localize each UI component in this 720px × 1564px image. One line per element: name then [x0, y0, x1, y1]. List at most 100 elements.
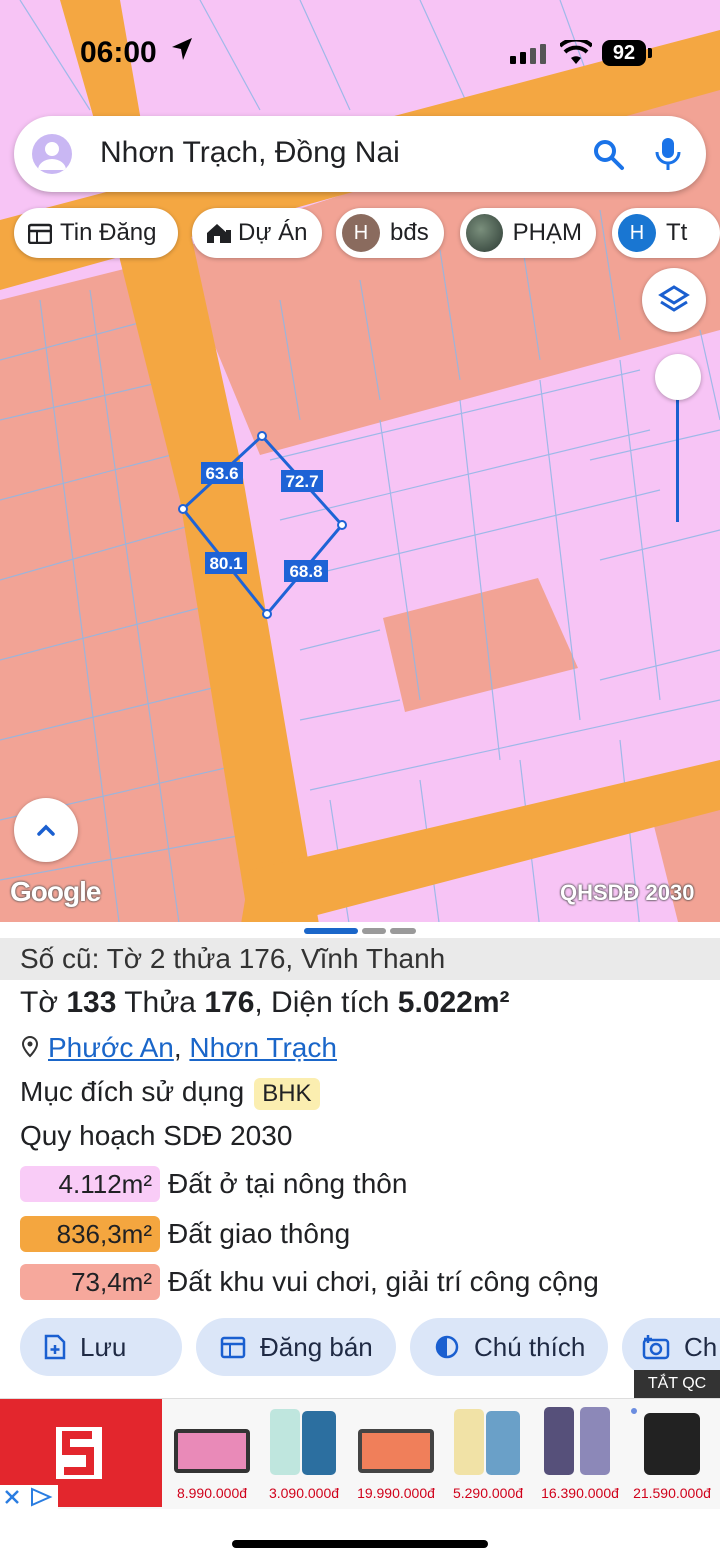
save-label: Lưu [80, 1331, 127, 1362]
filter-chips: Tin Đăng Dự Án H bđs PHẠM H Tt [14, 208, 720, 258]
svg-text:63.6: 63.6 [205, 464, 238, 483]
phone-image [544, 1407, 610, 1475]
house-icon [207, 224, 231, 243]
add-file-icon [44, 1334, 66, 1360]
ward-link[interactable]: Phước An [48, 1032, 174, 1063]
ad-price: 3.090.000đ [268, 1485, 340, 1501]
chip-du-an[interactable]: Dự Án [192, 208, 322, 258]
plan-layer-label: QHSDĐ 2030 [560, 880, 695, 905]
photo-button[interactable]: Ch [622, 1318, 720, 1376]
ad-banner[interactable]: 8.990.000đ 3.090.000đ 19.990.000đ 5.290.… [0, 1398, 720, 1509]
tablet-image [358, 1429, 434, 1473]
legend-label: Chú thích [474, 1331, 586, 1362]
land-use-label: Đất khu vui chơi, giải trí công cộng [168, 1266, 599, 1297]
battery-indicator: 92 [602, 40, 646, 66]
old-parcel-number: Số cũ: Tờ 2 thửa 176, Vĩnh Thanh [0, 938, 720, 980]
land-use-row: 836,3m² Đất giao thông [20, 1216, 350, 1252]
land-use-label: Đất giao thông [168, 1218, 351, 1249]
ad-product[interactable]: 3.090.000đ [258, 1399, 350, 1507]
chip-tt[interactable]: H Tt [612, 208, 720, 258]
legend-button[interactable]: Chú thích [410, 1318, 608, 1376]
save-button[interactable]: Lưu [20, 1318, 182, 1376]
opacity-slider-track[interactable] [676, 398, 679, 522]
opacity-slider-knob[interactable] [655, 354, 701, 400]
plan-title: Quy hoạch SDĐ 2030 [20, 1120, 293, 1151]
chip-label: Tt [666, 219, 688, 246]
chip-tin-dang[interactable]: Tin Đăng [14, 208, 178, 258]
account-avatar[interactable] [32, 134, 72, 174]
action-buttons: Lưu Đăng bán Chú thích Ch [0, 1318, 720, 1378]
sheet-page-indicator [362, 928, 386, 934]
ad-price: 21.590.000đ [633, 1485, 711, 1501]
search-icon[interactable] [592, 138, 626, 172]
parcel-title: Tờ 133 Thửa 176, Diện tích 5.022m² [20, 986, 510, 1020]
layers-icon [658, 285, 690, 312]
foldable-phone-image [631, 1408, 700, 1475]
status-time: 06:00 [80, 36, 157, 69]
chevron-up-icon [37, 824, 55, 836]
phone-image [454, 1409, 520, 1475]
photo-label: Ch [684, 1331, 718, 1362]
status-bar: 06:00 92 [0, 28, 720, 78]
location-pin-icon [21, 1035, 39, 1058]
chip-photo-avatar [466, 214, 503, 252]
hide-ads-button[interactable]: TẮT QC [634, 1370, 720, 1398]
chip-bds[interactable]: H bđs [336, 208, 444, 258]
district-link[interactable]: Nhơn Trạch [189, 1032, 337, 1063]
search-bar[interactable]: Nhơn Trạch, Đồng Nai [14, 116, 706, 192]
ad-choices[interactable] [0, 1485, 58, 1509]
ad-product[interactable]: 5.290.000đ [442, 1399, 534, 1507]
edge-label-3: 80.1 [205, 552, 247, 574]
add-photo-icon [642, 1335, 670, 1360]
svg-text:68.8: 68.8 [289, 562, 322, 581]
land-use-row: 73,4m² Đất khu vui chơi, giải trí công c… [20, 1264, 599, 1300]
post-for-sale-button[interactable]: Đăng bán [196, 1318, 396, 1376]
location-separator: , [173, 1032, 190, 1063]
svg-text:80.1: 80.1 [209, 554, 242, 573]
purpose-code-badge: BHK [254, 1078, 320, 1110]
calendar-icon [220, 1336, 246, 1359]
parcel-label: Thửa [124, 986, 196, 1019]
edge-label-1: 63.6 [201, 462, 243, 484]
chip-label: Dự Án [238, 219, 308, 246]
person-icon [38, 142, 66, 170]
expand-up-button[interactable] [14, 798, 78, 862]
parcel-location: Phước An, Nhơn Trạch [20, 1032, 337, 1064]
ad-price: 8.990.000đ [176, 1485, 248, 1501]
ad-price: 16.390.000đ [541, 1485, 619, 1501]
ad-close-icon [5, 1487, 53, 1507]
edge-label-4: 68.8 [284, 560, 328, 582]
parcel-info-sheet: Số cũ: Tờ 2 thửa 176, Vĩnh Thanh Tờ 133 … [0, 922, 720, 1398]
calendar-icon [28, 223, 52, 244]
layers-button[interactable] [642, 268, 706, 332]
phone-image [270, 1409, 336, 1475]
post-label: Đăng bán [260, 1331, 373, 1362]
location-arrow-icon [172, 38, 192, 60]
sheet-label: Tờ [20, 986, 58, 1019]
map-view[interactable]: 63.6 72.7 80.1 68.8 06:00 92 Nhơn Trạch,… [0, 0, 720, 930]
search-query[interactable]: Nhơn Trạch, Đồng Nai [100, 136, 400, 170]
ad-price: 5.290.000đ [452, 1485, 524, 1501]
tablet-image [174, 1429, 250, 1473]
google-logo: Google [10, 876, 101, 907]
chip-pham[interactable]: PHẠM [460, 208, 596, 258]
sheet-page-indicator-active [304, 928, 358, 934]
home-indicator[interactable] [232, 1540, 488, 1548]
chip-avatar: H [618, 214, 656, 252]
parcel-area: 5.022m² [397, 986, 510, 1019]
battery-tip [648, 48, 652, 58]
land-use-area: 4.112m² [20, 1166, 160, 1202]
ad-product[interactable]: 8.990.000đ [166, 1399, 258, 1507]
land-use-area: 836,3m² [20, 1216, 160, 1252]
chip-label: PHẠM [512, 219, 582, 246]
svg-text:72.7: 72.7 [285, 472, 318, 491]
ad-product[interactable]: 16.390.000đ [534, 1399, 626, 1507]
ad-price: 19.990.000đ [357, 1485, 435, 1501]
land-use-area: 73,4m² [20, 1264, 160, 1300]
ad-product[interactable]: 21.590.000đ [626, 1399, 718, 1507]
chip-avatar: H [342, 214, 380, 252]
sheet-number: 133 [66, 986, 117, 1019]
microphone-icon[interactable] [654, 136, 682, 174]
ad-product[interactable]: 19.990.000đ [350, 1399, 442, 1507]
wifi-icon [560, 40, 592, 64]
